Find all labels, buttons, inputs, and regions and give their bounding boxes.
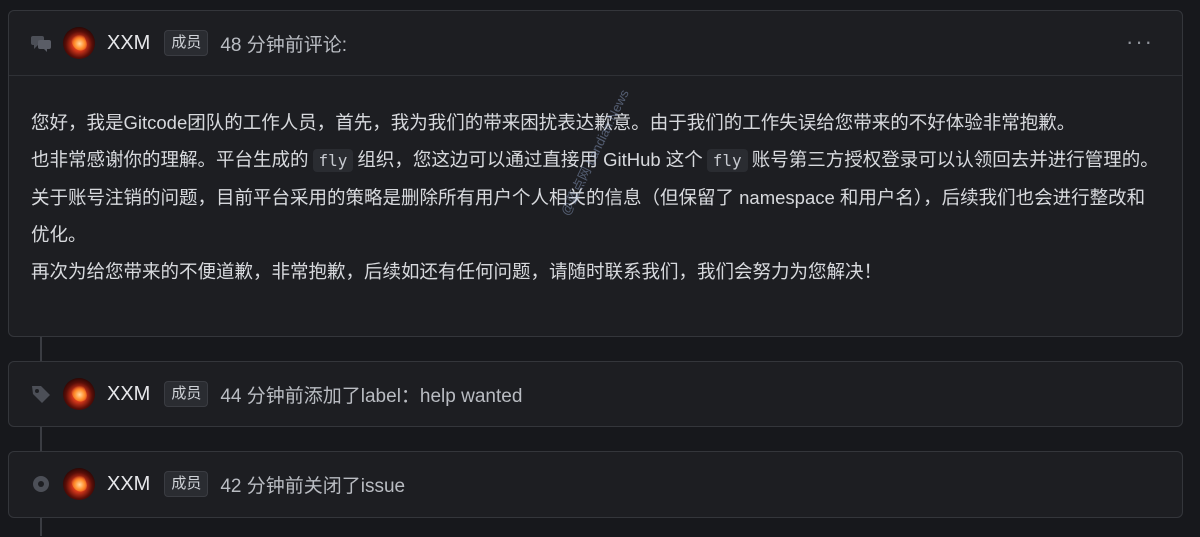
inline-code: fly [706, 149, 748, 172]
comment-text: 也非常感谢你的理解。平台生成的 [31, 149, 309, 170]
member-badge: 成员 [164, 381, 209, 407]
issue-timeline: XXM 成员 48 分钟前评论: ··· 您好，我是Gitcode团队的工作人员… [0, 0, 1200, 537]
comment-header: XXM 成员 48 分钟前评论: ··· [9, 11, 1182, 76]
tag-icon [29, 382, 53, 406]
username[interactable]: XXM [107, 383, 150, 406]
member-badge: 成员 [164, 30, 209, 56]
comment-meta: 48 分钟前评论: [220, 34, 348, 56]
closed-issue-icon [29, 472, 53, 496]
timeline-event-label: XXM 成员 44 分钟前添加了label：help wanted [8, 361, 1183, 427]
comment-card: XXM 成员 48 分钟前评论: ··· 您好，我是Gitcode团队的工作人员… [8, 10, 1183, 337]
comment-body: 您好，我是Gitcode团队的工作人员，首先，我为我们的带来困扰表达歉意。由于我… [9, 76, 1182, 290]
inline-code: fly [312, 149, 354, 172]
comment-text: 组织，您这边可以通过直接用 GitHub 这个 [357, 149, 703, 170]
username[interactable]: XXM [107, 32, 150, 55]
member-badge: 成员 [164, 471, 209, 497]
username[interactable]: XXM [107, 473, 150, 496]
more-options-button[interactable]: ··· [1126, 29, 1154, 55]
comment-icon [29, 31, 53, 55]
event-text: 44 分钟前添加了label：help wanted [220, 385, 523, 407]
comment-line: 关于账号注销的问题，目前平台采用的策略是删除所有用户个人相关的信息（但保留了 n… [31, 187, 1146, 245]
comment-text: 账号第三方授权登录可以认领回去并进行管理的。 [751, 149, 1159, 170]
comment-line: 再次为给您带来的不便道歉，非常抱歉，后续如还有任何问题，请随时联系我们，我们会努… [31, 261, 883, 282]
avatar[interactable] [63, 27, 95, 59]
comment-line: 也非常感谢你的理解。平台生成的 fly 组织，您这边可以通过直接用 GitHub 这… [31, 141, 1160, 179]
event-text: 42 分钟前关闭了issue [220, 475, 406, 497]
timeline-event-closed: XXM 成员 42 分钟前关闭了issue [8, 451, 1183, 518]
comment-line: 您好，我是Gitcode团队的工作人员，首先，我为我们的带来困扰表达歉意。由于我… [31, 112, 1076, 133]
event-header: XXM 成员 42 分钟前关闭了issue [9, 452, 1182, 516]
event-header: XXM 成员 44 分钟前添加了label：help wanted [9, 362, 1182, 426]
avatar[interactable] [63, 468, 95, 500]
avatar[interactable] [63, 378, 95, 410]
